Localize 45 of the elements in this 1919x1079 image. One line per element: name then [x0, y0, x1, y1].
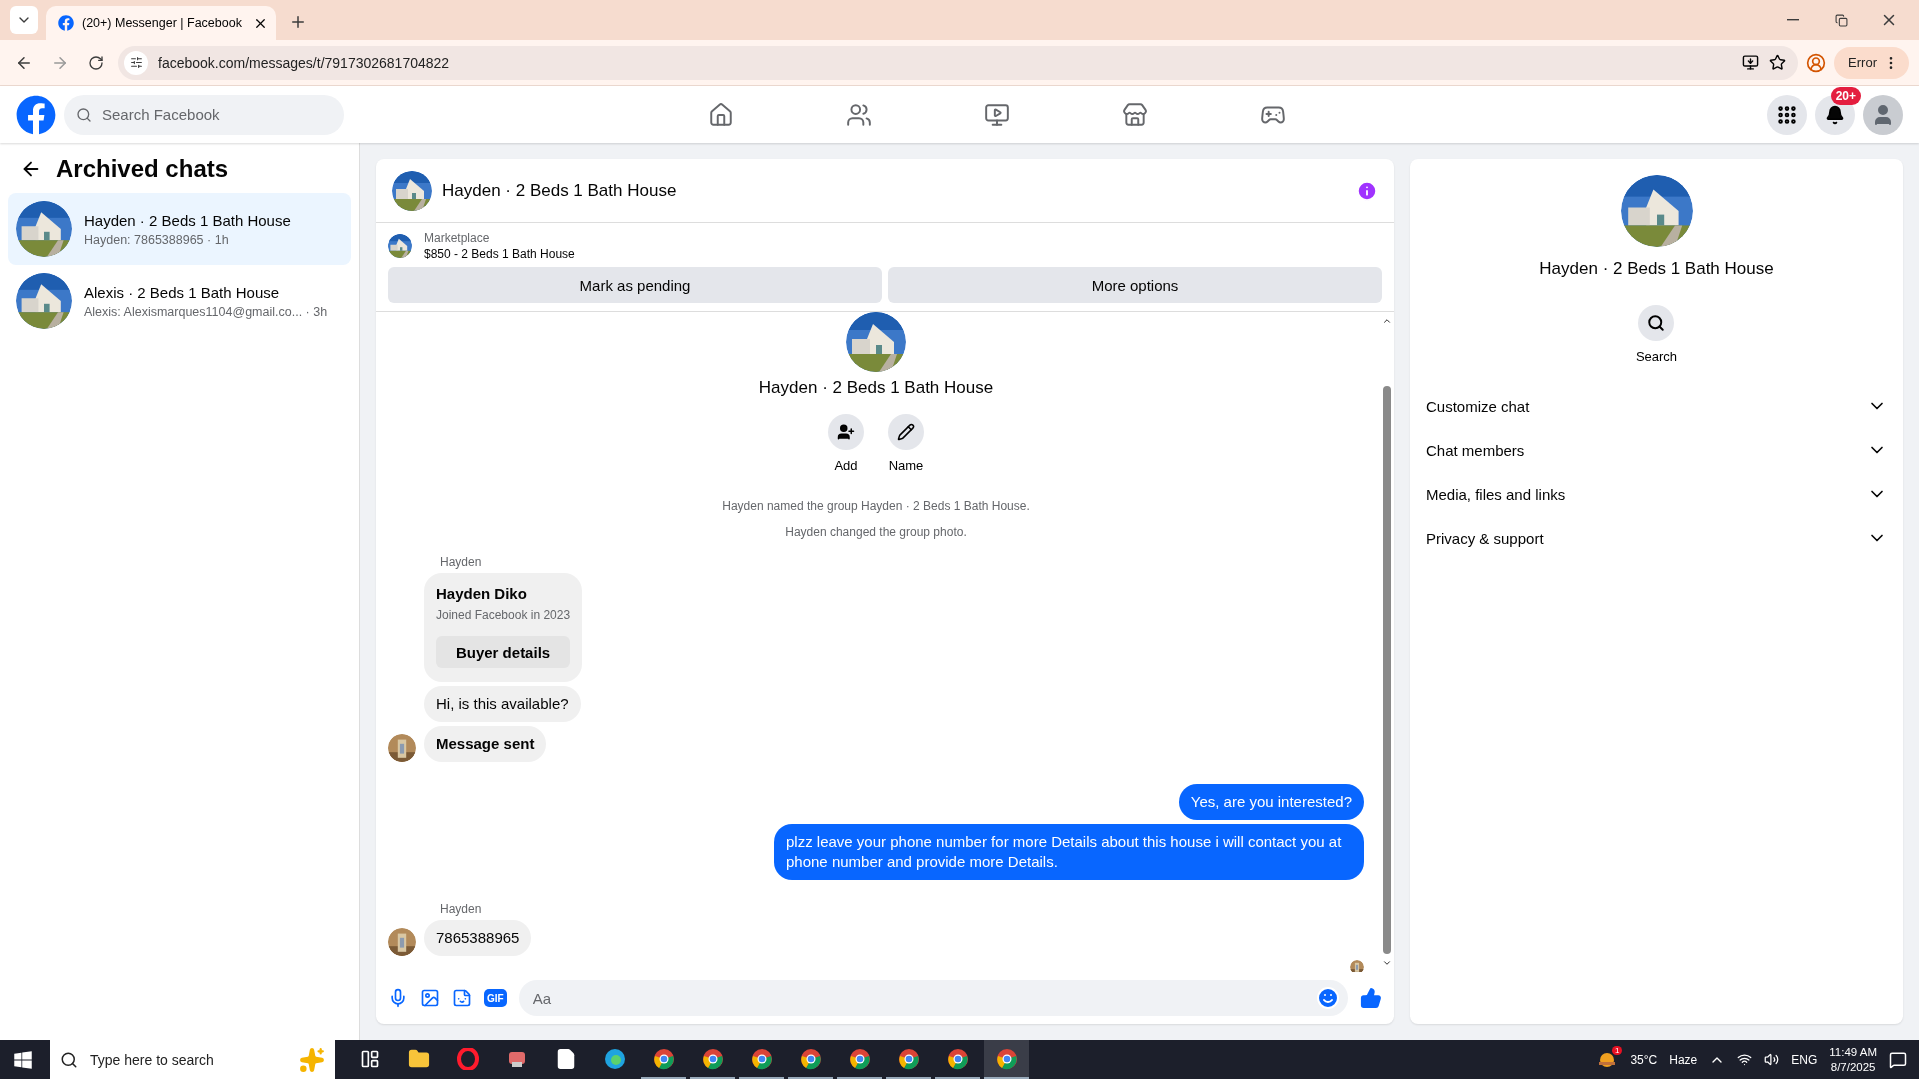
details-section[interactable]: Customize chat — [1426, 384, 1887, 428]
card-subtitle: Joined Facebook in 2023 — [436, 608, 571, 622]
listing-action-button[interactable]: Mark as pending — [388, 267, 882, 303]
temperature: 35°C — [1630, 1052, 1658, 1067]
chat-item[interactable]: Alexis · 2 Beds 1 Bath House Alexis: Alexismarques1104@gmail.co... · 3h — [8, 265, 351, 337]
group-name: Hayden · 2 Beds 1 Bath House — [758, 378, 994, 398]
profile-button[interactable]: Error — [1834, 46, 1909, 79]
details-section[interactable]: Media, files and links — [1426, 472, 1887, 516]
sender-name: Hayden — [440, 555, 483, 569]
search-box[interactable]: Search Facebook — [64, 94, 344, 135]
event-text: Hayden named the group Hayden · 2 Beds 1 Bath House. — [722, 499, 1030, 513]
message-box[interactable]: Aa — [518, 980, 1348, 1016]
chat-name: Alexis · 2 Beds 1 Bath House — [84, 283, 281, 301]
buyer-details-button[interactable]: Buyer details — [436, 636, 571, 668]
chat-preview: Alexis: Alexismarques1104@gmail.co... · 3h — [84, 304, 328, 319]
search-field[interactable]: Search Facebook — [100, 105, 332, 124]
sender-name: Hayden — [440, 902, 483, 916]
message-bubble: Message sent — [424, 726, 547, 762]
weather-badge: 1 — [1611, 1045, 1623, 1055]
taskbar-search-box[interactable]: Type here to search — [50, 1040, 335, 1079]
listing-title: $850 - 2 Beds 1 Bath House — [424, 247, 575, 261]
details-name: Hayden · 2 Beds 1 Bath House — [1539, 259, 1774, 279]
message-bubble: 7865388965 — [424, 920, 532, 956]
event-text: Hayden changed the group photo. — [785, 525, 967, 539]
message-field[interactable]: Aa — [530, 988, 1316, 1008]
details-section[interactable]: Privacy & support — [1426, 516, 1887, 560]
gif-button[interactable]: GIF — [484, 989, 507, 1007]
listing-label: Marketplace — [424, 231, 491, 245]
chat-preview: Hayden: 7865388965 · 1h — [84, 232, 230, 247]
chat-title: Hayden · 2 Beds 1 Bath House — [442, 180, 678, 201]
chat-item[interactable]: Hayden · 2 Beds 1 Bath House Hayden: 7865388965 · 1h — [8, 193, 351, 265]
sidebar-title: Archived chats — [56, 155, 229, 183]
details-section[interactable]: Chat members — [1426, 428, 1887, 472]
weather-text: Haze — [1669, 1052, 1698, 1067]
card-title: Hayden Diko — [436, 585, 528, 602]
message-bubble: Yes, are you interested? — [1178, 784, 1364, 820]
listing-action-button[interactable]: More options — [888, 267, 1382, 303]
address-bar[interactable]: facebook.com/messages/t/7917302681704822 — [118, 45, 1799, 80]
chat-name: Hayden · 2 Beds 1 Bath House — [84, 211, 291, 229]
browser-tab[interactable]: (20+) Messenger | Facebook — [46, 6, 276, 40]
message-bubble: Hi, is this available? — [424, 686, 581, 722]
message-bubble: plzz leave your phone number for more Details about this house i will contact you at phone number and provide more Details. — [774, 824, 1364, 880]
notification-badge: 20+ — [1830, 86, 1861, 105]
clock[interactable]: 11:49 AM 8/7/2025 — [1829, 1044, 1877, 1075]
language-indicator[interactable]: ENG — [1791, 1052, 1818, 1067]
